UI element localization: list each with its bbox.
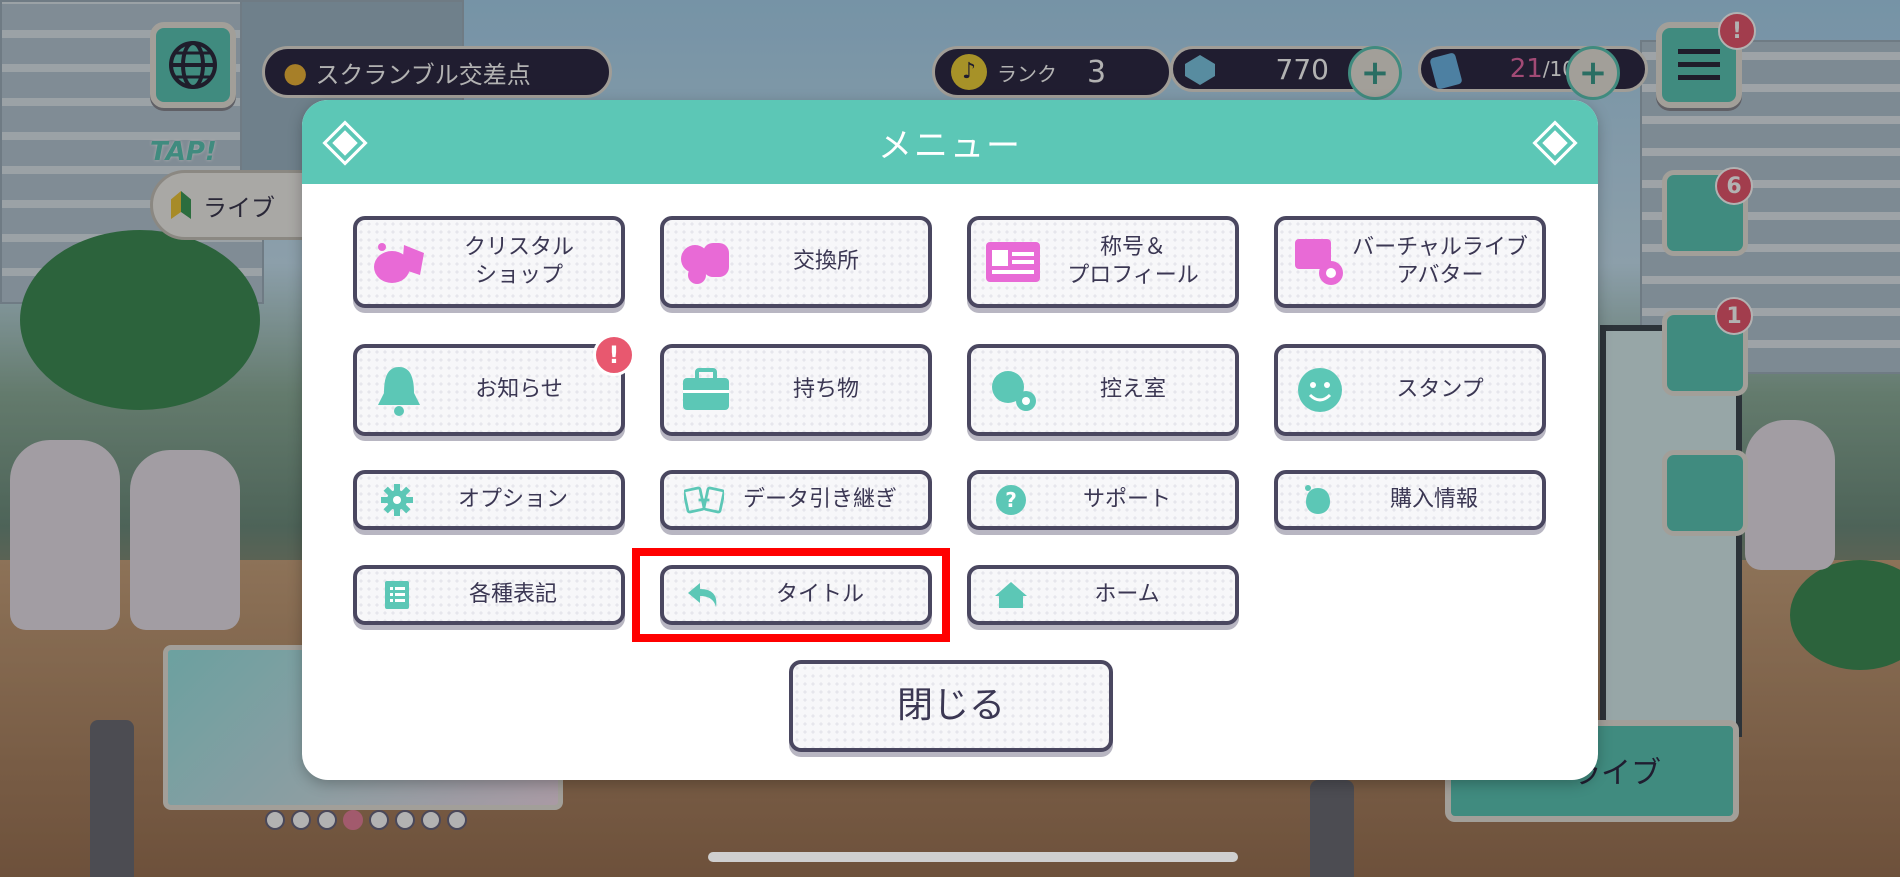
diamond-ornament-icon: [322, 120, 368, 166]
button-label: 交換所: [792, 249, 859, 274]
button-label: 控え室: [1099, 377, 1166, 402]
home-icon: [991, 575, 1031, 615]
gear-icon: [377, 480, 417, 520]
highlight-box: [632, 548, 950, 642]
purchase-info-button[interactable]: 購入情報: [1274, 470, 1546, 530]
green-room-button[interactable]: 控え室: [967, 344, 1239, 436]
profile-icon: [983, 232, 1043, 292]
modal-title: メニュー: [878, 125, 1022, 166]
button-label: 各種表記: [468, 582, 557, 607]
modal-header: メニュー: [302, 100, 1598, 184]
notice-button[interactable]: お知らせ !: [353, 334, 635, 436]
bag-icon: [676, 360, 736, 420]
data-transfer-button[interactable]: データ引き継ぎ: [660, 470, 932, 530]
title-profile-button[interactable]: 称号＆ プロフィール: [967, 216, 1239, 308]
bell-icon: [369, 360, 429, 420]
button-label: 称号＆ プロフィール: [1067, 235, 1199, 288]
document-icon: [377, 575, 417, 615]
virtual-live-avatar-button[interactable]: バーチャルライブ アバター: [1274, 216, 1546, 308]
exchange-icon: [676, 232, 736, 292]
close-button-label: 閉じる: [896, 685, 1005, 726]
button-label: 購入情報: [1389, 487, 1478, 512]
button-label: データ引き継ぎ: [742, 487, 897, 512]
stamp-button[interactable]: スタンプ: [1274, 344, 1546, 436]
button-label: サポート: [1082, 487, 1171, 512]
legal-notices-button[interactable]: 各種表記: [353, 565, 625, 625]
crystal-shop-button[interactable]: クリスタル ショップ: [353, 216, 625, 308]
menu-modal: メニュー クリスタル ショップ 交換所 称号＆ プロフィール バーチャルライブ …: [302, 100, 1598, 780]
button-label: オプション: [457, 487, 568, 512]
notice-alert-badge: !: [593, 334, 635, 376]
question-icon: ?: [991, 480, 1031, 520]
close-button[interactable]: 閉じる: [789, 660, 1113, 752]
home-indicator: [708, 852, 1238, 862]
data-transfer-icon: [684, 480, 724, 520]
inventory-button[interactable]: 持ち物: [660, 344, 932, 436]
option-button[interactable]: オプション: [353, 470, 625, 530]
avatar-icon: [1290, 232, 1350, 292]
smile-icon: [1290, 360, 1350, 420]
home-button[interactable]: ホーム: [967, 565, 1239, 625]
button-label: クリスタル ショップ: [463, 235, 574, 288]
button-label: 持ち物: [792, 377, 859, 402]
button-label: お知らせ: [475, 377, 563, 402]
exchange-button[interactable]: 交換所: [660, 216, 932, 308]
button-label: バーチャルライブ アバター: [1352, 235, 1528, 288]
purchase-icon: [1298, 480, 1338, 520]
button-label: スタンプ: [1396, 377, 1484, 402]
button-label: ホーム: [1094, 582, 1160, 607]
green-room-icon: [983, 360, 1043, 420]
support-button[interactable]: ? サポート: [967, 470, 1239, 530]
diamond-ornament-icon: [1532, 120, 1578, 166]
crystal-shop-icon: [369, 232, 429, 292]
svg-text:?: ?: [1005, 488, 1017, 512]
